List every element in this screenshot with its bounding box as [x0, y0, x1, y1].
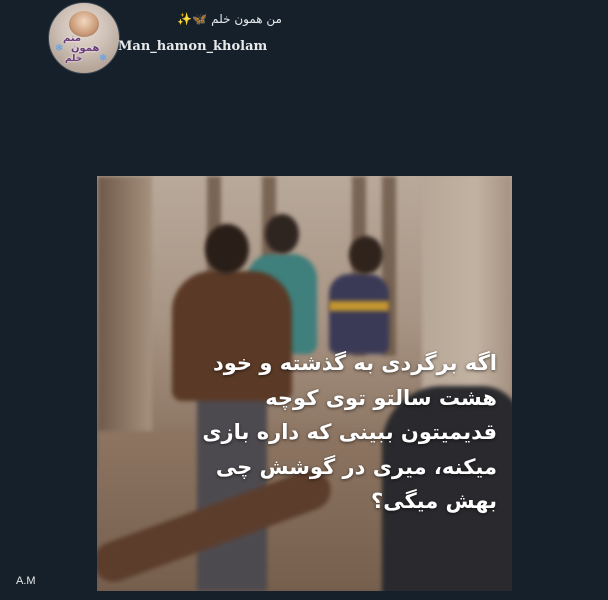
signature: A.M	[16, 575, 36, 587]
display-name[interactable]: من همون خلم 🦋✨	[122, 12, 282, 30]
photo-child-head	[265, 214, 299, 254]
tweet-header: منم همون خلم ❄ ❄ من همون خلم 🦋✨ Man_hamo…	[48, 2, 308, 74]
caption-line: بهش میگی؟	[371, 489, 497, 513]
photo-wall-left	[97, 176, 152, 466]
snowflake-icon: ❄	[99, 53, 108, 64]
photo-shirt-stripe	[329, 301, 389, 311]
photo-caption: اگه برگردی به گذشته و خود هشت سالتو توی …	[197, 346, 497, 519]
display-name-text: من همون خلم	[211, 12, 282, 26]
butterfly-sparkle-icon: 🦋✨	[177, 12, 208, 26]
photo-child-head	[205, 224, 249, 274]
photo-child-head	[349, 236, 383, 274]
photo-child-striped-shirt	[329, 274, 389, 354]
avatar-text-2: همون	[71, 43, 100, 54]
caption-line: میکنه، میری در گوشش چی	[215, 454, 497, 479]
caption-line: اگه برگردی به گذشته و خود	[212, 351, 497, 375]
snowflake-icon: ❄	[55, 43, 64, 54]
avatar-text-3: خلم	[65, 54, 83, 64]
caption-line: قدیمیتون ببینی که داره بازی	[202, 420, 497, 444]
avatar[interactable]: منم همون خلم ❄ ❄	[48, 2, 120, 74]
tweet-photo[interactable]: اگه برگردی به گذشته و خود هشت سالتو توی …	[97, 176, 512, 591]
caption-line: هشت سالتو توی کوچه	[265, 385, 497, 410]
username[interactable]: Man_hamon_kholam	[118, 39, 267, 54]
